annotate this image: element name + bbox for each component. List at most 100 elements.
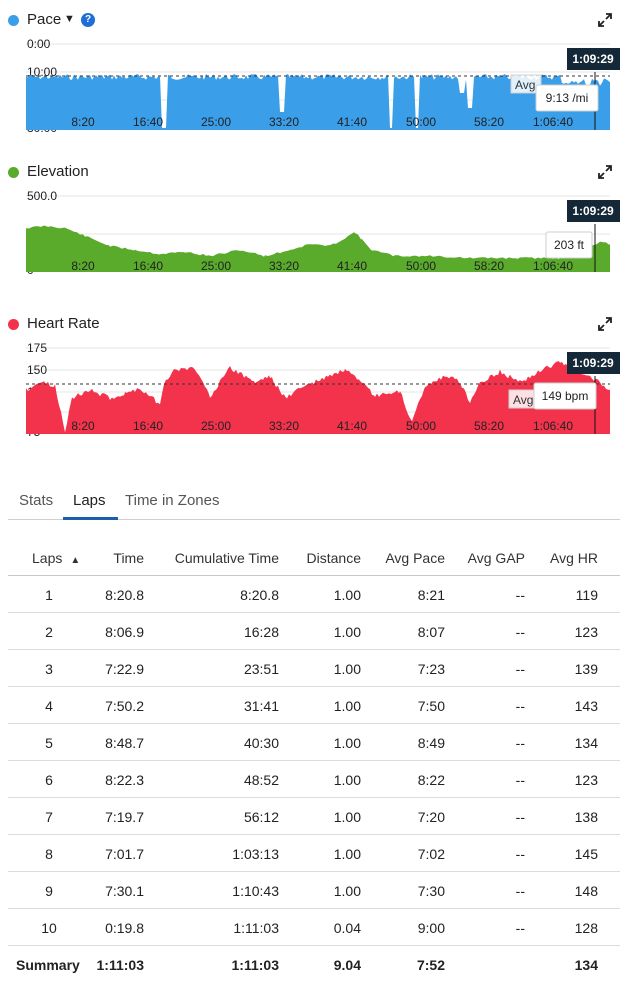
avg-label: Avg xyxy=(515,78,535,92)
cell-avg-hr: 119 xyxy=(575,587,598,603)
tooltip-value: 149 bpm xyxy=(542,389,589,403)
table-row[interactable]: 9 7:30.1 1:10:43 1.00 7:30 -- 148 xyxy=(8,872,620,909)
summary-row: Summary 1:11:03 1:11:03 9.04 7:52 134 xyxy=(8,946,620,983)
cell-cumulative-time: 1:10:43 xyxy=(232,883,279,899)
cell-avg-gap: -- xyxy=(515,661,525,677)
sort-ascending-icon[interactable]: ▲ xyxy=(70,555,80,566)
cell-lap-number: 9 xyxy=(45,883,53,899)
table-row[interactable]: 6 8:22.3 48:52 1.00 8:22 -- 123 xyxy=(8,761,620,798)
x-tick-label: 41:40 xyxy=(337,259,367,273)
cell-avg-pace: 7:30 xyxy=(417,883,445,899)
column-header-avg-gap[interactable]: Avg GAP xyxy=(468,550,525,566)
cell-distance: 0.04 xyxy=(333,920,361,936)
cell-avg-gap: -- xyxy=(515,735,525,751)
cell-avg-hr: 139 xyxy=(574,661,598,677)
cell-lap-number: 8 xyxy=(45,846,53,862)
active-tab-indicator xyxy=(63,517,118,520)
cell-cumulative-time: 23:51 xyxy=(243,661,279,677)
cell-avg-pace: 8:22 xyxy=(417,772,445,788)
cell-lap-number: 7 xyxy=(45,809,53,825)
column-header-label: Distance xyxy=(306,550,361,566)
cell-lap-time: 8:48.7 xyxy=(105,735,144,751)
summary-cumulative-time: 1:11:03 xyxy=(231,957,279,973)
cell-cumulative-time: 40:30 xyxy=(243,735,279,751)
table-row[interactable]: 7 7:19.7 56:12 1.00 7:20 -- 138 xyxy=(8,798,620,835)
cell-avg-gap: -- xyxy=(515,698,525,714)
cell-lap-number: 5 xyxy=(45,735,53,751)
cell-cumulative-time: 56:12 xyxy=(243,809,279,825)
x-tick-label: 1:06:40 xyxy=(533,115,573,129)
column-header-avg-hr[interactable]: Avg HR xyxy=(550,550,598,566)
table-row[interactable]: 2 8:06.9 16:28 1.00 8:07 -- 123 xyxy=(8,613,620,650)
elevation-area xyxy=(26,225,610,272)
heart-rate-chart: Heart Rate 175150125100758:2016:4025:003… xyxy=(0,312,634,440)
x-tick-label: 58:20 xyxy=(474,115,504,129)
cell-avg-pace: 8:07 xyxy=(417,624,445,640)
activity-tabs: Stats Laps Time in Zones xyxy=(8,482,620,520)
elevation-chart: Elevation 500.0250.008:2016:4025:0033:20… xyxy=(0,160,634,280)
column-header-lap-time[interactable]: Time xyxy=(113,550,144,566)
cursor-time-label: 1:09:29 xyxy=(572,204,614,218)
cell-avg-hr: 145 xyxy=(574,846,598,862)
table-row[interactable]: 10 0:19.8 1:11:03 0.04 9:00 -- 128 xyxy=(8,909,620,946)
cell-cumulative-time: 1:11:03 xyxy=(233,920,279,936)
cell-lap-time: 0:19.8 xyxy=(105,920,144,936)
avg-label: Avg xyxy=(513,393,533,407)
x-tick-label: 16:40 xyxy=(133,115,163,129)
table-row[interactable]: 3 7:22.9 23:51 1.00 7:23 -- 139 xyxy=(8,650,620,687)
cell-lap-time: 7:22.9 xyxy=(105,661,144,677)
cell-lap-time: 8:22.3 xyxy=(105,772,144,788)
y-tick-label: 175 xyxy=(27,341,47,355)
column-header-lap-number[interactable]: Laps ▲ xyxy=(32,550,80,566)
column-header-label: Time xyxy=(113,550,144,566)
table-row[interactable]: 8 7:01.7 1:03:13 1.00 7:02 -- 145 xyxy=(8,835,620,872)
x-tick-label: 25:00 xyxy=(201,115,231,129)
column-header-label: Avg GAP xyxy=(467,550,525,566)
cell-lap-number: 2 xyxy=(45,624,53,640)
tab-laps[interactable]: Laps xyxy=(73,492,106,509)
tooltip-value: 9:13 /mi xyxy=(546,91,589,105)
cell-lap-number: 10 xyxy=(41,920,57,936)
table-row[interactable]: 1 8:20.8 8:20.8 1.00 8:21 -- 119 xyxy=(8,576,620,613)
pace-chart-plot[interactable]: 0:0010:0020:0030:008:2016:4025:0033:2041… xyxy=(0,8,634,136)
x-tick-label: 50:00 xyxy=(406,419,436,433)
cell-lap-time: 8:06.9 xyxy=(105,624,144,640)
cell-distance: 1.00 xyxy=(333,698,361,714)
cell-distance: 1.00 xyxy=(333,624,361,640)
cursor-time-label: 1:09:29 xyxy=(572,52,614,66)
cell-cumulative-time: 16:28 xyxy=(243,624,279,640)
column-header-distance[interactable]: Distance xyxy=(307,550,361,566)
x-tick-label: 58:20 xyxy=(474,419,504,433)
cell-distance: 1.00 xyxy=(333,772,361,788)
tab-time-in-zones[interactable]: Time in Zones xyxy=(125,492,219,509)
summary-lap-number: Summary xyxy=(16,957,80,973)
cursor-time-label: 1:09:29 xyxy=(572,356,614,370)
column-header-cumulative-time[interactable]: Cumulative Time xyxy=(175,550,279,566)
table-row[interactable]: 5 8:48.7 40:30 1.00 8:49 -- 134 xyxy=(8,724,620,761)
cell-cumulative-time: 1:03:13 xyxy=(232,846,279,862)
pace-chart: Pace ▼ ? 0:0010:0020:0030:008:2016:4025:… xyxy=(0,8,634,136)
elevation-chart-plot[interactable]: 500.0250.008:2016:4025:0033:2041:4050:00… xyxy=(0,160,634,280)
x-tick-label: 50:00 xyxy=(406,259,436,273)
cell-avg-hr: 123 xyxy=(574,624,598,640)
column-header-avg-pace[interactable]: Avg Pace xyxy=(385,550,445,566)
x-tick-label: 58:20 xyxy=(474,259,504,273)
table-row[interactable]: 4 7:50.2 31:41 1.00 7:50 -- 143 xyxy=(8,687,620,724)
heart-rate-chart-plot[interactable]: 175150125100758:2016:4025:0033:2041:4050… xyxy=(0,312,634,440)
cell-avg-hr: 128 xyxy=(574,920,598,936)
summary-avg-hr: 134 xyxy=(574,957,598,973)
x-tick-label: 41:40 xyxy=(337,419,367,433)
cell-avg-pace: 7:23 xyxy=(417,661,445,677)
column-header-label: Avg HR xyxy=(550,550,598,566)
cell-lap-time: 7:50.2 xyxy=(105,698,144,714)
x-tick-label: 50:00 xyxy=(406,115,436,129)
cell-avg-gap: -- xyxy=(515,846,525,862)
cell-avg-pace: 7:02 xyxy=(417,846,445,862)
cell-avg-hr: 148 xyxy=(574,883,598,899)
x-tick-label: 25:00 xyxy=(201,419,231,433)
cell-lap-number: 1 xyxy=(45,587,53,603)
x-tick-label: 8:20 xyxy=(71,259,95,273)
tab-stats[interactable]: Stats xyxy=(19,492,53,509)
x-tick-label: 33:20 xyxy=(269,419,299,433)
tooltip-value: 203 ft xyxy=(554,238,585,252)
